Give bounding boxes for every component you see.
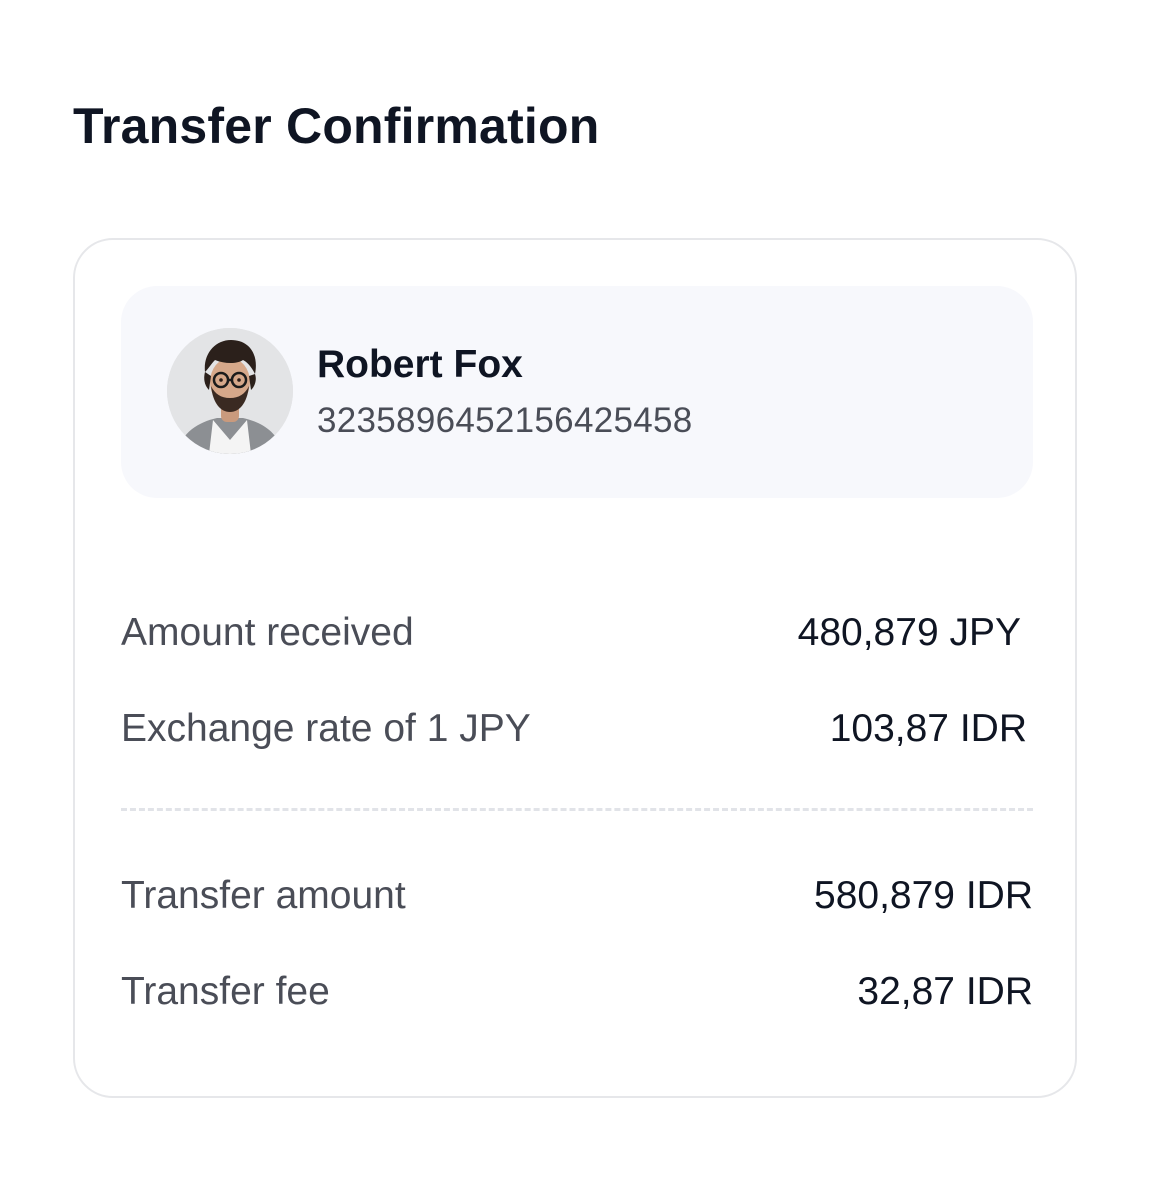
total-label: Transfer amount — [121, 874, 406, 917]
detail-row-amount-received: Amount received 480,879 JPY — [121, 608, 1033, 658]
dashed-divider — [121, 808, 1033, 811]
total-label: Transfer fee — [121, 970, 330, 1013]
recipient-card[interactable]: Robert Fox 3235896452156425458 — [121, 286, 1033, 498]
recipient-name: Robert Fox — [317, 343, 523, 386]
detail-row-exchange-rate: Exchange rate of 1 JPY 103,87 IDR — [121, 704, 1033, 754]
avatar — [167, 328, 293, 454]
detail-value: 480,879 JPY — [797, 611, 1021, 654]
total-row-transfer-fee: Transfer fee 32,87 IDR — [121, 967, 1033, 1017]
page-title: Transfer Confirmation — [73, 98, 600, 154]
detail-label: Exchange rate of 1 JPY — [121, 707, 531, 750]
total-value: 580,879 IDR — [814, 874, 1033, 917]
person-photo-avatar-icon — [167, 328, 293, 454]
total-row-transfer-amount: Transfer amount 580,879 IDR — [121, 871, 1033, 921]
transfer-summary-card: Robert Fox 3235896452156425458 Amount re… — [73, 238, 1077, 1098]
total-value: 32,87 IDR — [857, 970, 1033, 1013]
recipient-account-number: 3235896452156425458 — [317, 401, 693, 440]
detail-label: Amount received — [121, 611, 414, 654]
detail-value: 103,87 IDR — [829, 707, 1027, 750]
